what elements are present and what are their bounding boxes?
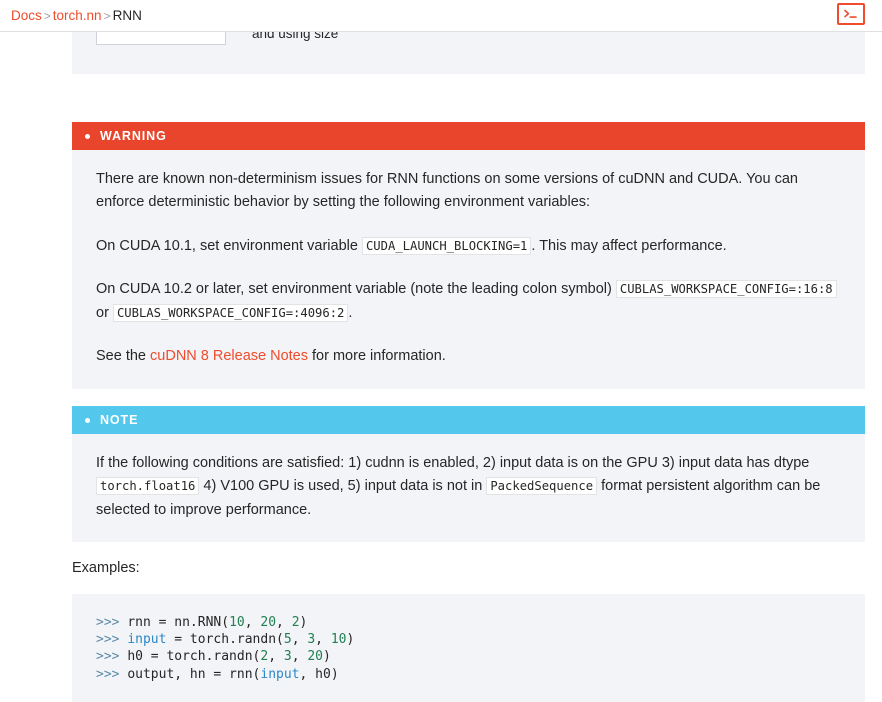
warning-paragraph-1: There are known non-determinism issues f…	[96, 171, 798, 211]
code-token: 10	[330, 632, 347, 648]
admonition-note-title-bar: NOTE	[72, 406, 865, 434]
code-token: 3	[307, 632, 316, 648]
code-token: 20	[260, 615, 277, 630]
top-bar: Docs > torch.nn > RNN	[0, 0, 882, 32]
code-token: ,	[268, 649, 284, 665]
code-token: ,	[276, 615, 292, 630]
code-token: ,	[315, 632, 331, 648]
warning-p3-after: .	[348, 304, 353, 321]
code-token: = torch.randn(	[166, 632, 284, 648]
breadcrumb: Docs > torch.nn > RNN	[11, 7, 142, 25]
code-cublas-workspace-config-16-8: CUBLAS_WORKSPACE_CONFIG=:16:8	[615, 280, 837, 299]
code-token: >>>	[96, 615, 128, 630]
code-token: rnn = nn.RNN(	[127, 615, 230, 630]
code-token: )	[346, 632, 355, 648]
warning-p4-after: for more information.	[312, 348, 446, 365]
code-token: input	[127, 632, 167, 648]
code-token: 10	[229, 615, 245, 630]
code-token: >>>	[96, 632, 128, 648]
clipped-input-field[interactable]	[96, 32, 226, 45]
code-token: 20	[307, 649, 323, 665]
cudnn-release-notes-link[interactable]: cuDNN 8 Release Notes	[150, 348, 308, 364]
note-mid: 4) V100 GPU is used, 5) input data is no…	[203, 478, 483, 495]
code-token: input	[260, 666, 300, 682]
code-token: ,	[291, 649, 308, 665]
examples-label: Examples:	[72, 560, 140, 576]
warning-p2-after: . This may affect performance.	[531, 237, 727, 254]
example-code-text: >>> rnn = nn.RNN(10, 20, 2) >>> input = …	[96, 614, 841, 683]
bullet-icon	[85, 133, 90, 139]
warning-paragraph-2: On CUDA 10.1, set environment variable C…	[96, 235, 841, 258]
admonition-warning-title: WARNING	[100, 129, 167, 143]
admonition-warning-title-bar: WARNING	[72, 122, 865, 150]
code-token: h0 = torch.randn(	[127, 649, 261, 665]
breadcrumb-separator: >	[103, 9, 111, 23]
note-before: If the following conditions are satisfie…	[96, 455, 810, 471]
admonition-note-body: If the following conditions are satisfie…	[72, 434, 865, 542]
warning-paragraph-3: On CUDA 10.2 or later, set environment v…	[96, 278, 841, 325]
breadcrumb-item-docs[interactable]: Docs	[11, 8, 42, 23]
terminal-icon	[842, 8, 860, 20]
bullet-icon	[85, 417, 90, 423]
admonition-note-title: NOTE	[100, 413, 139, 427]
admonition-note: NOTE If the following conditions are sat…	[72, 406, 865, 543]
breadcrumb-item-rnn: RNN	[112, 8, 142, 23]
code-cublas-workspace-config-4096-2: CUBLAS_WORKSPACE_CONFIG=:4096:2	[112, 303, 349, 322]
code-packedsequence: PackedSequence	[486, 477, 598, 496]
admonition-warning: WARNING There are known non-determinism …	[72, 122, 865, 389]
warning-p3-mid: or	[96, 304, 109, 321]
warning-p2-before: On CUDA 10.1, set environment variable	[96, 237, 358, 254]
breadcrumb-separator: >	[43, 9, 51, 23]
breadcrumb-item-torch-nn[interactable]: torch.nn	[53, 8, 102, 23]
code-token: 3	[283, 649, 292, 665]
doc-content-area: and using size WARNING There are known n…	[0, 32, 882, 702]
code-token: output, hn = rnn(	[127, 666, 261, 682]
code-token: 5	[283, 632, 292, 648]
shell-icon-button[interactable]	[837, 3, 865, 25]
code-cuda-launch-blocking: CUDA_LAUNCH_BLOCKING=1	[361, 236, 532, 255]
clipped-text: and using size	[252, 32, 339, 41]
note-paragraph: If the following conditions are satisfie…	[96, 452, 841, 522]
warning-paragraph-4: See the cuDNN 8 Release Notes for more i…	[96, 345, 841, 368]
code-token: )	[323, 649, 331, 665]
code-token: 2	[291, 615, 300, 630]
code-token: >>>	[96, 666, 128, 682]
code-token: )	[299, 615, 308, 630]
code-token: >>>	[96, 649, 128, 665]
warning-p3-before: On CUDA 10.2 or later, set environment v…	[96, 281, 612, 298]
clipped-row: and using size	[96, 32, 338, 48]
code-token: , h0)	[299, 666, 339, 682]
code-token: ,	[291, 632, 308, 648]
example-code-block[interactable]: >>> rnn = nn.RNN(10, 20, 2) >>> input = …	[72, 594, 865, 702]
warning-p4-before: See the	[96, 348, 146, 365]
admonition-warning-body: There are known non-determinism issues f…	[72, 150, 865, 389]
code-token: ,	[244, 615, 261, 630]
clipped-content-above: and using size	[72, 32, 865, 74]
code-torch-float16: torch.float16	[96, 477, 200, 496]
